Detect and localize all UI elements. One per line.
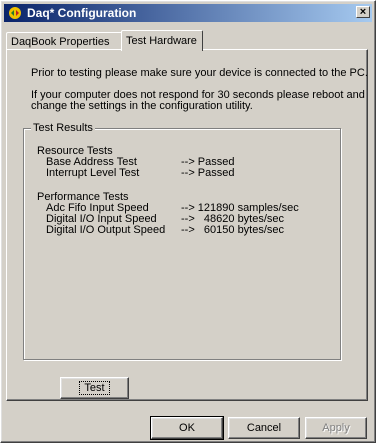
ok-button-label: OK xyxy=(179,422,195,434)
apply-button-label: Apply xyxy=(322,422,350,434)
result-name: Interrupt Level Test xyxy=(46,167,140,179)
instruction-line-3: change the settings in the configuration… xyxy=(31,100,253,112)
close-icon: × xyxy=(359,6,367,18)
app-icon xyxy=(9,7,21,19)
ok-button[interactable]: OK xyxy=(150,416,224,440)
test-button[interactable]: Test xyxy=(60,377,129,399)
apply-button[interactable]: Apply xyxy=(305,417,367,439)
tab-daqbook-properties[interactable]: DaqBook Properties xyxy=(6,32,123,49)
title-bar[interactable]: Daq* Configuration × xyxy=(4,4,372,22)
dialog-window: Daq* Configuration × DaqBook Properties … xyxy=(0,0,376,443)
tab-label: DaqBook Properties xyxy=(11,36,110,48)
tab-test-hardware[interactable]: Test Hardware xyxy=(121,30,203,51)
result-name: Digital I/O Output Speed xyxy=(46,224,166,236)
close-button[interactable]: × xyxy=(356,6,370,18)
test-results-label: Test Results xyxy=(31,122,95,134)
window-title: Daq* Configuration xyxy=(27,6,137,20)
tab-label: Test Hardware xyxy=(126,35,197,47)
cancel-button[interactable]: Cancel xyxy=(228,417,300,439)
result-value: --> 60150 bytes/sec xyxy=(181,224,285,236)
result-value: --> Passed xyxy=(181,167,235,179)
test-button-label: Test xyxy=(79,381,110,395)
instruction-line-1: Prior to testing please make sure your d… xyxy=(31,67,368,79)
cancel-button-label: Cancel xyxy=(246,422,282,434)
